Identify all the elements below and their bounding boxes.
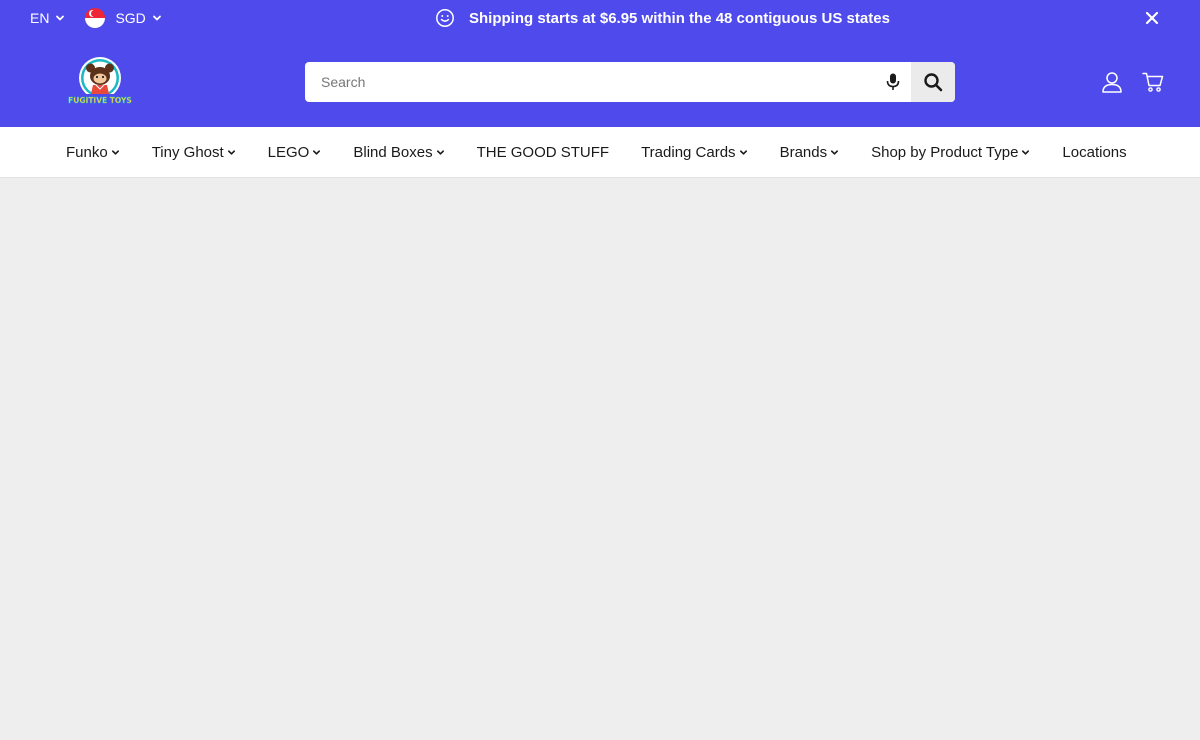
nav-item-label: THE GOOD STUFF bbox=[476, 143, 610, 161]
nav-item-label: Tiny Ghost bbox=[151, 143, 224, 161]
nav-item-brands[interactable]: Brands bbox=[780, 144, 840, 161]
site-header: EN SGD Shipping starts at $6.95 within t… bbox=[0, 0, 1200, 127]
chevron-down-icon bbox=[831, 149, 839, 155]
chevron-down-icon bbox=[227, 149, 235, 155]
voice-search-button[interactable] bbox=[875, 62, 911, 102]
currency-label: SGD bbox=[115, 10, 146, 26]
chevron-down-icon bbox=[436, 149, 444, 155]
chevron-down-icon bbox=[56, 15, 65, 21]
nav-item-funko[interactable]: Funko bbox=[66, 144, 120, 161]
nav-item-label: Brands bbox=[779, 143, 828, 161]
chevron-down-icon bbox=[739, 149, 747, 155]
language-selector[interactable]: EN bbox=[30, 10, 65, 26]
search-input[interactable] bbox=[305, 62, 875, 102]
store-logo[interactable]: FUGITIVE TOYS bbox=[66, 56, 134, 108]
page-content bbox=[0, 178, 1200, 740]
microphone-icon bbox=[886, 73, 900, 90]
chevron-down-icon bbox=[1022, 149, 1030, 155]
chevron-down-icon bbox=[111, 149, 119, 155]
nav-item-blind-boxes[interactable]: Blind Boxes bbox=[353, 144, 444, 161]
close-icon[interactable] bbox=[1144, 10, 1160, 26]
account-icon[interactable] bbox=[1101, 71, 1123, 93]
nav-item-tiny-ghost[interactable]: Tiny Ghost bbox=[152, 144, 236, 161]
chevron-down-icon bbox=[313, 149, 321, 155]
nav-item-label: Blind Boxes bbox=[353, 143, 433, 161]
language-label: EN bbox=[30, 10, 50, 26]
nav-item-lego[interactable]: LEGO bbox=[268, 144, 322, 161]
cart-icon[interactable] bbox=[1142, 71, 1164, 93]
locale-selectors: EN SGD bbox=[30, 0, 162, 36]
nav-item-trading-cards[interactable]: Trading Cards bbox=[641, 144, 747, 161]
nav-item-label: Trading Cards bbox=[641, 143, 736, 161]
nav-item-locations[interactable]: Locations bbox=[1062, 144, 1126, 161]
nav-item-label: LEGO bbox=[267, 143, 310, 161]
nav-item-label: Funko bbox=[66, 143, 108, 161]
search-button[interactable] bbox=[911, 62, 955, 102]
announcement: Shipping starts at $6.95 within the 48 c… bbox=[435, 0, 890, 36]
announcement-bar: EN SGD Shipping starts at $6.95 within t… bbox=[0, 0, 1200, 36]
announcement-text: Shipping starts at $6.95 within the 48 c… bbox=[469, 9, 890, 27]
chevron-down-icon bbox=[152, 15, 161, 21]
nav-item-label: Locations bbox=[1062, 143, 1127, 161]
search-bar bbox=[305, 62, 955, 102]
nav-item-label: Shop by Product Type bbox=[871, 143, 1019, 161]
main-header: FUGITIVE TOYS bbox=[0, 36, 1200, 127]
currency-selector[interactable]: SGD bbox=[85, 8, 161, 28]
search-icon bbox=[924, 73, 943, 92]
logo-text: FUGITIVE TOYS bbox=[68, 96, 132, 105]
main-navigation: Funko Tiny Ghost LEGO Blind Boxes THE GO… bbox=[0, 127, 1200, 178]
nav-item-the-good-stuff[interactable]: THE GOOD STUFF bbox=[477, 144, 610, 161]
nav-item-shop-by-product-type[interactable]: Shop by Product Type bbox=[871, 144, 1030, 161]
singapore-flag-icon bbox=[85, 8, 106, 28]
smiley-icon bbox=[436, 9, 454, 27]
